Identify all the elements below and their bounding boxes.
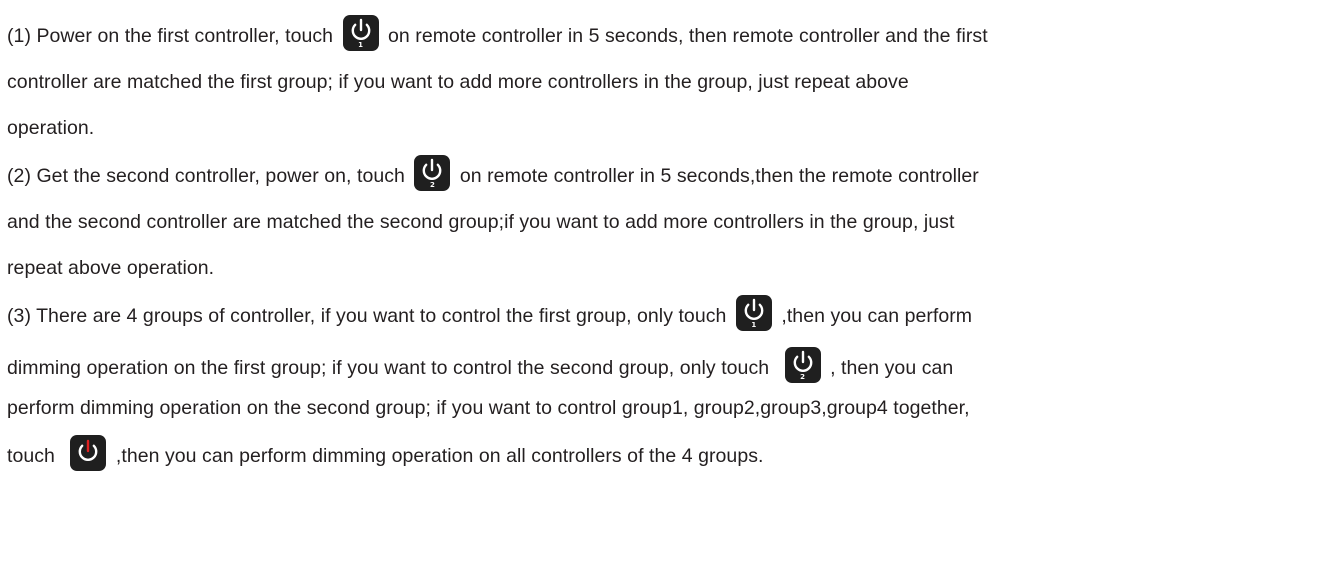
p2-line-2: and the second controller are matched th… (7, 211, 955, 233)
p2-line-1: (2) Get the second controller, power on,… (7, 155, 979, 194)
p3-line-4: touch ,then you can perform dimming oper… (7, 435, 764, 474)
p3-line-1-text-b: ,then you can perform (781, 305, 973, 327)
button-number-label: 2 (429, 181, 435, 189)
p3-line-3: perform dimming operation on the second … (7, 397, 970, 419)
p3-line-2-text-a: dimming operation on the first group; if… (7, 357, 770, 379)
p1-line-3: operation. (7, 117, 95, 139)
p1-line-1-text-b: on remote controller in 5 seconds, then … (388, 25, 988, 47)
button-number-label: 1 (751, 321, 757, 329)
all-groups-power-button (70, 435, 107, 471)
p2-line-3: repeat above operation. (7, 257, 215, 279)
button-number-label: 2 (800, 373, 806, 381)
p3-line-1: (3) There are 4 groups of controller, if… (7, 295, 973, 334)
group2-power-button: 2 (414, 155, 451, 191)
group1-power-button: 1 (735, 295, 772, 331)
power-icon (79, 439, 98, 461)
p3-line-4-text-b: ,then you can perform dimming operation … (115, 445, 764, 467)
p3-line-1-text-a: (3) There are 4 groups of controller, if… (7, 305, 727, 327)
p1-line-1-text-a: (1) Power on the first controller, touch (7, 25, 334, 47)
p2-line-1-text-a: (2) Get the second controller, power on,… (7, 165, 405, 187)
button-number-label: 1 (358, 41, 363, 49)
group2-power-button: 2 (784, 347, 821, 383)
instruction-document: (1) Power on the first controller, touch… (0, 0, 1323, 570)
p2-line-1-text-b: on remote controller in 5 seconds,then t… (459, 165, 979, 187)
group1-power-button: 1 (342, 15, 379, 51)
p1-line-1: (1) Power on the first controller, touch… (7, 15, 988, 54)
p1-line-2: controller are matched the first group; … (7, 71, 909, 93)
p3-line-2: dimming operation on the first group; if… (7, 347, 954, 386)
p3-line-2-text-b: , then you can (830, 357, 954, 379)
p3-line-4-text-a: touch (7, 445, 55, 467)
